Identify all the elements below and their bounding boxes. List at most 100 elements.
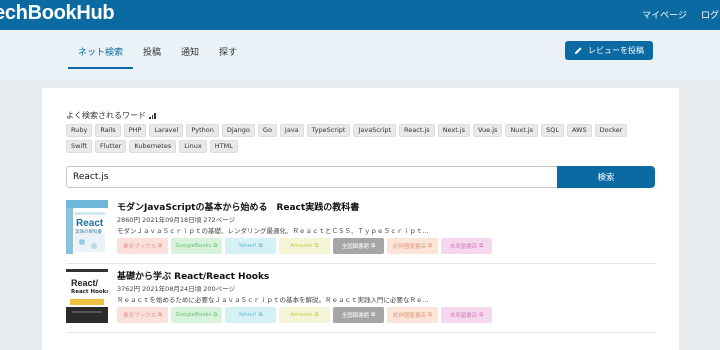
search-input[interactable]: [66, 166, 559, 188]
external-link-icon: ⧉: [371, 311, 376, 318]
cover-subtitle: React Hooks: [71, 289, 108, 295]
store-link[interactable]: 紀伊國屋書店 ⧉: [387, 307, 438, 323]
book-description: Ｒｅａｃｔを始めるために必要なＪａｖａＳｃｒｉｐｔの基本を解説。Ｒｅａｃｔ実践入…: [117, 296, 429, 304]
store-link[interactable]: GoogleBooks ⧉: [171, 238, 222, 254]
search-tag[interactable]: Docker: [594, 124, 628, 137]
store-link-label: Yahoo!: [238, 312, 257, 318]
book-title[interactable]: 基礎から学ぶ React/React Hooks: [117, 269, 269, 282]
tab-net-search[interactable]: ネット検索: [68, 42, 134, 69]
search-tag[interactable]: SQL: [541, 124, 564, 137]
external-link-icon: ⧉: [479, 242, 484, 249]
tab-bar: ネット検索 投稿 通知 探す: [68, 42, 247, 69]
store-links: 楽天ブックス ⧉ GoogleBooks ⧉ Yahoo! ⧉ Amazon ⧉ 全国図書館 ⧉ 紀…: [117, 238, 492, 254]
search-tag[interactable]: Next.js: [437, 124, 471, 137]
result-divider: [66, 332, 656, 333]
bar-chart-icon: [149, 112, 156, 119]
logout-link[interactable]: ログア: [701, 8, 720, 21]
store-link[interactable]: Amazon ⧉: [279, 238, 330, 254]
store-link[interactable]: 楽天ブックス ⧉: [117, 307, 168, 323]
store-link[interactable]: 全国図書館 ⧉: [333, 238, 384, 254]
tab-post[interactable]: 投稿: [133, 42, 171, 69]
search-tag[interactable]: Kubernetes: [129, 140, 177, 153]
search-tag[interactable]: Swift: [66, 140, 92, 153]
search-card: よく検索されるワード Ruby Rails PHP Laravel Python Djan…: [42, 88, 679, 350]
external-link-icon: ⧉: [428, 242, 432, 249]
search-tag[interactable]: Ruby: [66, 124, 93, 137]
book-meta: 2860円 2021年09月18日頃 272ページ: [117, 216, 236, 224]
external-link-icon: ⧉: [157, 311, 162, 318]
external-link-icon: ⧉: [314, 311, 319, 318]
store-link[interactable]: 全国図書館 ⧉: [333, 307, 384, 323]
external-link-icon: ⧉: [213, 242, 218, 249]
book-cover[interactable]: React 実践の教科書: [66, 200, 108, 254]
book-title[interactable]: モダンJavaScriptの基本から始める React実践の教科書: [117, 200, 359, 213]
search-tag[interactable]: HTML: [209, 140, 238, 153]
store-link-label: 全国図書館: [341, 244, 370, 250]
external-link-icon: ⧉: [157, 242, 162, 249]
search-tag[interactable]: Laravel: [149, 124, 184, 137]
pencil-icon: [574, 47, 582, 55]
search-tag[interactable]: Linux: [179, 140, 207, 153]
search-tag[interactable]: TypeScript: [306, 124, 351, 137]
search-tag[interactable]: Django: [221, 124, 255, 137]
cover-title: React: [76, 218, 104, 229]
store-link[interactable]: 未来屋書店 ⧉: [441, 238, 492, 254]
sub-navigation: ネット検索 投稿 通知 探す レビューを投稿: [0, 30, 720, 80]
search-tag[interactable]: PHP: [123, 124, 147, 137]
search-tag[interactable]: Flutter: [94, 140, 127, 153]
book-description: モダンＪａｖａＳｃｒｉｐｔの基礎、レンダリング最適化、ＲｅａｃｔとＣＳＳ、Ｔｙｐ…: [117, 227, 429, 235]
search-button[interactable]: 検索: [557, 166, 655, 188]
popular-tags: Ruby Rails PHP Laravel Python Django Go Java Typ…: [66, 124, 656, 153]
store-link[interactable]: 紀伊國屋書店 ⧉: [387, 238, 438, 254]
store-link-label: 紀伊國屋書店: [393, 244, 427, 250]
book-meta: 3762円 2021年08月24日頃 200ページ: [117, 285, 236, 293]
search-tag[interactable]: AWS: [566, 124, 592, 137]
app-logo[interactable]: echBookHub: [0, 2, 115, 25]
result-divider: [66, 263, 656, 264]
store-link[interactable]: GoogleBooks ⧉: [171, 307, 222, 323]
cover-subtitle: 実践の教科書: [75, 230, 102, 235]
external-link-icon: ⧉: [258, 242, 263, 249]
store-link-label: 楽天ブックス: [123, 244, 156, 250]
search-tag[interactable]: Java: [279, 124, 304, 137]
cover-title: React/: [71, 278, 99, 288]
store-link-label: 未来屋書店: [449, 313, 478, 319]
search-tag[interactable]: Nuxt.js: [505, 124, 539, 137]
store-links: 楽天ブックス ⧉ GoogleBooks ⧉ Yahoo! ⧉ Amazon ⧉ 全国図書館 ⧉ 紀…: [117, 307, 492, 323]
tab-explore[interactable]: 探す: [209, 42, 247, 69]
search-tag[interactable]: JavaScript: [353, 124, 397, 137]
book-cover[interactable]: React/React Hooks: [66, 269, 108, 323]
store-link-label: 紀伊國屋書店: [393, 313, 427, 319]
store-link-label: Yahoo!: [238, 243, 257, 249]
top-header: echBookHub マイページ ログア: [0, 0, 720, 30]
store-link[interactable]: 未来屋書店 ⧉: [441, 307, 492, 323]
external-link-icon: ⧉: [258, 311, 263, 318]
external-link-icon: ⧉: [314, 242, 319, 249]
store-link-label: Amazon: [290, 312, 313, 318]
search-tag[interactable]: Rails: [95, 124, 121, 137]
store-link-label: GoogleBooks: [175, 312, 212, 318]
store-link-label: 全国図書館: [341, 313, 370, 319]
post-review-label: レビューを投稿: [588, 46, 644, 55]
store-link[interactable]: 楽天ブックス ⧉: [117, 238, 168, 254]
store-link-label: Amazon: [290, 243, 313, 249]
tab-notifications[interactable]: 通知: [171, 42, 209, 69]
search-tag[interactable]: Python: [186, 124, 219, 137]
popular-words-heading: よく検索されるワード: [66, 110, 156, 121]
post-review-button[interactable]: レビューを投稿: [565, 41, 653, 60]
store-link-label: GoogleBooks: [175, 243, 212, 249]
header-nav: マイページ ログア: [642, 8, 720, 21]
search-tag[interactable]: Vue.js: [473, 124, 503, 137]
store-link[interactable]: Amazon ⧉: [279, 307, 330, 323]
store-link-label: 楽天ブックス: [123, 313, 156, 319]
store-link[interactable]: Yahoo! ⧉: [225, 307, 276, 323]
external-link-icon: ⧉: [213, 311, 218, 318]
external-link-icon: ⧉: [479, 311, 484, 318]
search-tag[interactable]: React.js: [399, 124, 435, 137]
search-tag[interactable]: Go: [257, 124, 277, 137]
store-link[interactable]: Yahoo! ⧉: [225, 238, 276, 254]
store-link-label: 未来屋書店: [449, 244, 478, 250]
external-link-icon: ⧉: [371, 242, 376, 249]
external-link-icon: ⧉: [428, 311, 432, 318]
mypage-link[interactable]: マイページ: [642, 8, 687, 21]
